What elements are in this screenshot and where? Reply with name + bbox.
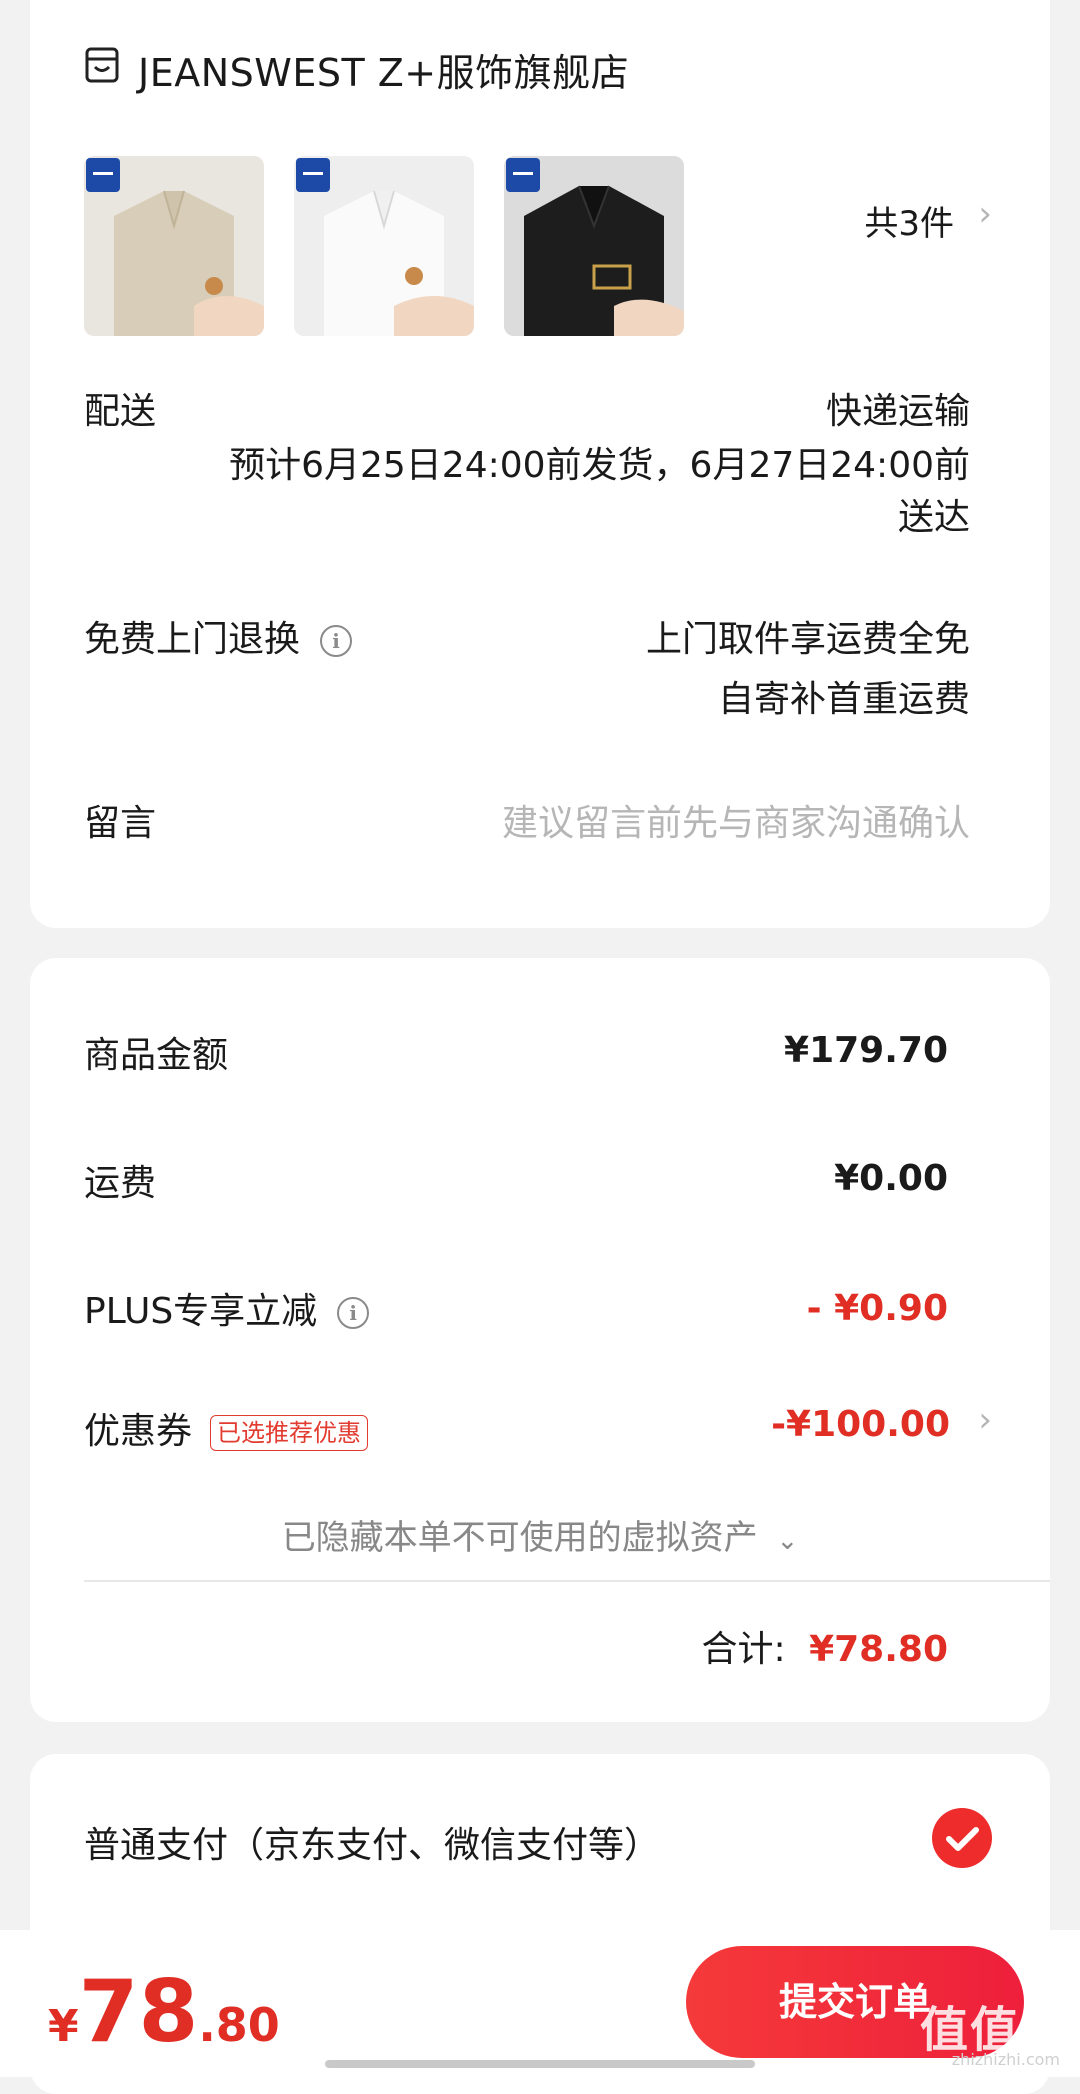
item-count[interactable]: 共3件 [864, 196, 954, 245]
divider [84, 1580, 1050, 1582]
hidden-assets-text: 已隐藏本单不可使用的虚拟资产 [281, 1518, 758, 1558]
free-return-row[interactable]: 免费上门退换 i [84, 610, 353, 662]
watermark-url: zhizhizhi.com [951, 2050, 1060, 2069]
plus-discount-label: PLUS专享立减 [84, 1291, 318, 1332]
total-row: 合计: ¥78.80 [701, 1620, 948, 1672]
coupon-value[interactable]: -¥100.00 [771, 1404, 950, 1445]
total-label: 合计: [701, 1629, 786, 1670]
free-return-label: 免费上门退换 [84, 619, 301, 660]
store-card: JEANSWEST Z+服饰旗舰店 共3件 › 配送 快递运输 预计6月25日2… [30, 0, 1050, 928]
delivery-label: 配送 [84, 391, 157, 432]
shipping-label: 运费 [84, 1163, 157, 1204]
coupon-label: 优惠券 [84, 1411, 193, 1452]
delivery-estimate: 预计6月25日24:00前发货，6月27日24:00前 [229, 445, 970, 486]
chevron-right-icon[interactable]: › [978, 194, 992, 234]
product-thumb-khaki[interactable] [84, 156, 264, 336]
coupon-badge: 已选推荐优惠 [210, 1415, 369, 1451]
currency-symbol: ¥ [48, 2001, 79, 2052]
brand-logo [296, 158, 330, 192]
store-icon [85, 47, 119, 83]
hidden-assets-toggle[interactable]: 已隐藏本单不可使用的虚拟资产 ⌄ [30, 1510, 1050, 1559]
goods-amount-label: 商品金额 [84, 1035, 229, 1076]
store-name[interactable]: JEANSWEST Z+服饰旗舰店 [138, 42, 629, 97]
shipping-value: ¥0.00 [834, 1158, 948, 1199]
plus-discount-row[interactable]: PLUS专享立减 i [84, 1282, 370, 1334]
info-icon[interactable]: i [320, 625, 353, 657]
return-self-ship-text: 自寄补首重运费 [717, 679, 970, 720]
message-label: 留言 [84, 803, 157, 844]
pay-amount: ¥78.80 [48, 1962, 280, 2062]
return-pickup-text: 上门取件享运费全免 [645, 619, 970, 660]
brand-logo [506, 158, 540, 192]
pay-amount-integer: 78 [78, 1962, 199, 2062]
info-icon[interactable]: i [337, 1297, 370, 1329]
delivery-method: 快递运输 [825, 391, 970, 432]
delivery-estimate-cont: 送达 [897, 497, 970, 538]
total-value: ¥78.80 [809, 1629, 948, 1670]
pay-amount-decimal: .80 [198, 1998, 280, 2052]
message-input[interactable]: 建议留言前先与商家沟通确认 [502, 794, 970, 846]
brand-logo [86, 158, 120, 192]
coupon-row[interactable]: 优惠券 已选推荐优惠 [84, 1402, 369, 1454]
payment-check-icon[interactable] [932, 1808, 992, 1868]
chevron-right-icon[interactable]: › [978, 1400, 992, 1440]
chevron-down-icon: ⌄ [776, 1526, 799, 1556]
product-thumb-black[interactable] [504, 156, 684, 336]
payment-option-label[interactable]: 普通支付（京东支付、微信支付等） [84, 1816, 660, 1868]
goods-amount-value: ¥179.70 [784, 1030, 948, 1071]
plus-discount-value: - ¥0.90 [806, 1288, 948, 1329]
product-thumb-white[interactable] [294, 156, 474, 336]
home-indicator[interactable] [325, 2060, 755, 2068]
